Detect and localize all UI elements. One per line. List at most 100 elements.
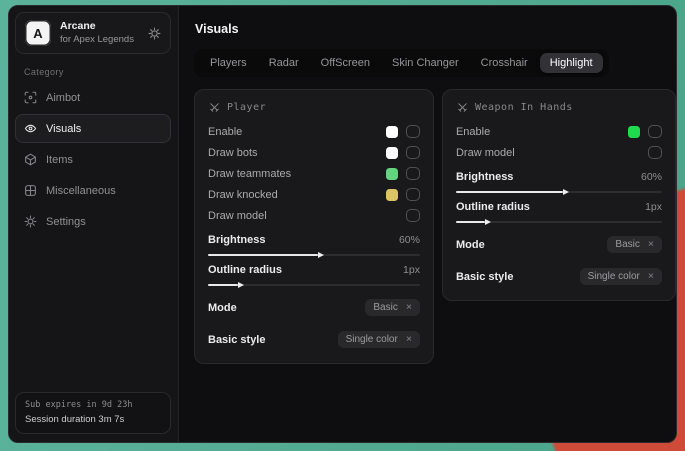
toggle-row: Enable xyxy=(456,121,662,142)
slider-value: 60% xyxy=(641,171,662,183)
slider-thumb[interactable] xyxy=(238,282,244,288)
checkbox[interactable] xyxy=(648,125,662,138)
sidebar-item-items[interactable]: Items xyxy=(15,145,171,174)
weapon-in-hands-panel: Weapon In Hands Enable Draw model xyxy=(442,89,676,301)
category-label: Category xyxy=(24,67,178,77)
color-swatch[interactable] xyxy=(386,126,398,138)
toggle-row: Draw teammates xyxy=(208,163,420,184)
slider-value: 60% xyxy=(399,234,420,246)
checkbox[interactable] xyxy=(406,146,420,159)
sidebar-nav: Aimbot Visuals xyxy=(9,82,178,237)
tag-text: Basic xyxy=(373,302,397,313)
panels-row: Player Enable Draw bots xyxy=(194,89,676,364)
slider-value: 1px xyxy=(645,201,662,213)
checkbox[interactable] xyxy=(648,146,662,159)
toggle-row: Draw model xyxy=(208,205,420,226)
main-content: Visuals Players Radar OffScreen Skin Cha… xyxy=(179,6,676,442)
toggle-label: Draw model xyxy=(208,210,267,222)
panel-title: Weapon In Hands xyxy=(475,102,573,113)
aimbot-crosshair-icon xyxy=(24,91,37,104)
slider-thumb[interactable] xyxy=(318,252,324,258)
tab-offscreen[interactable]: OffScreen xyxy=(311,53,380,73)
sidebar-item-label: Visuals xyxy=(46,123,81,135)
select-label: Basic style xyxy=(456,271,513,283)
panel-title: Player xyxy=(227,102,266,113)
tag-remove-icon[interactable]: × xyxy=(406,334,412,345)
brand-title: Arcane xyxy=(60,20,134,33)
player-panel: Player Enable Draw bots xyxy=(194,89,434,364)
slider-track[interactable] xyxy=(208,284,420,286)
slider-label: Brightness xyxy=(208,234,265,246)
tag-text: Single color xyxy=(588,271,640,282)
toggle-row: Draw bots xyxy=(208,142,420,163)
checkbox[interactable] xyxy=(406,125,420,138)
slider-block: Brightness 60% xyxy=(208,234,420,256)
slider-value: 1px xyxy=(403,264,420,276)
toggle-label: Draw knocked xyxy=(208,189,278,201)
basic-style-tag[interactable]: Single color × xyxy=(338,331,420,348)
checkbox[interactable] xyxy=(406,188,420,201)
mode-tag[interactable]: Basic × xyxy=(365,299,420,316)
toggle-row: Draw knocked xyxy=(208,184,420,205)
mode-tag[interactable]: Basic × xyxy=(607,236,662,253)
tag-text: Single color xyxy=(346,334,398,345)
toggle-label: Draw teammates xyxy=(208,168,291,180)
color-swatch[interactable] xyxy=(386,189,398,201)
select-row: Mode Basic × xyxy=(456,234,662,255)
sub-expiry-text: Sub expires in 9d 23h xyxy=(25,400,161,410)
crossed-swords-icon xyxy=(457,102,468,113)
slider-label: Brightness xyxy=(456,171,513,183)
select-label: Basic style xyxy=(208,334,265,346)
crossed-swords-icon xyxy=(209,102,220,113)
tab-players[interactable]: Players xyxy=(200,53,257,73)
checkbox[interactable] xyxy=(406,209,420,222)
gear-icon[interactable] xyxy=(148,27,161,40)
slider-block: Outline radius 1px xyxy=(208,264,420,286)
tab-crosshair[interactable]: Crosshair xyxy=(471,53,538,73)
toggle-label: Draw bots xyxy=(208,147,258,159)
page-title: Visuals xyxy=(195,22,676,36)
toggle-row: Draw model xyxy=(456,142,662,163)
brand-subtitle: for Apex Legends xyxy=(60,34,134,46)
brand-text: Arcane for Apex Legends xyxy=(60,20,134,46)
sidebar-item-aimbot[interactable]: Aimbot xyxy=(15,83,171,112)
slider-track[interactable] xyxy=(456,221,662,223)
sidebar-item-miscellaneous[interactable]: Miscellaneous xyxy=(15,176,171,205)
color-swatch[interactable] xyxy=(628,126,640,138)
sidebar-item-visuals[interactable]: Visuals xyxy=(15,114,171,143)
app-logo: A xyxy=(25,20,51,46)
select-label: Mode xyxy=(208,302,237,314)
app-window: A Arcane for Apex Legends Category xyxy=(8,5,677,443)
tab-bar: Players Radar OffScreen Skin Changer Cro… xyxy=(194,49,609,77)
color-swatch[interactable] xyxy=(386,168,398,180)
settings-gear-icon xyxy=(24,215,37,228)
sidebar: A Arcane for Apex Legends Category xyxy=(9,6,179,442)
slider-track[interactable] xyxy=(456,191,662,193)
panel-header: Player xyxy=(209,102,420,113)
slider-thumb[interactable] xyxy=(563,189,569,195)
tab-highlight[interactable]: Highlight xyxy=(540,53,603,73)
color-swatch[interactable] xyxy=(386,147,398,159)
sidebar-item-settings[interactable]: Settings xyxy=(15,207,171,236)
misc-grid-icon xyxy=(24,184,37,197)
tab-skin-changer[interactable]: Skin Changer xyxy=(382,53,469,73)
subscription-card: Sub expires in 9d 23h Session duration 3… xyxy=(15,392,171,434)
tag-remove-icon[interactable]: × xyxy=(648,239,654,250)
basic-style-tag[interactable]: Single color × xyxy=(580,268,662,285)
slider-label: Outline radius xyxy=(208,264,282,276)
checkbox[interactable] xyxy=(406,167,420,180)
brand-card: A Arcane for Apex Legends xyxy=(15,12,171,54)
toggle-label: Enable xyxy=(456,126,490,138)
slider-block: Outline radius 1px xyxy=(456,201,662,223)
slider-block: Brightness 60% xyxy=(456,171,662,193)
tag-remove-icon[interactable]: × xyxy=(406,302,412,313)
sidebar-item-label: Settings xyxy=(46,216,86,228)
slider-label: Outline radius xyxy=(456,201,530,213)
tag-remove-icon[interactable]: × xyxy=(648,271,654,282)
sidebar-item-label: Aimbot xyxy=(46,92,80,104)
sidebar-item-label: Miscellaneous xyxy=(46,185,116,197)
slider-track[interactable] xyxy=(208,254,420,256)
tag-text: Basic xyxy=(615,239,639,250)
tab-radar[interactable]: Radar xyxy=(259,53,309,73)
slider-thumb[interactable] xyxy=(485,219,491,225)
